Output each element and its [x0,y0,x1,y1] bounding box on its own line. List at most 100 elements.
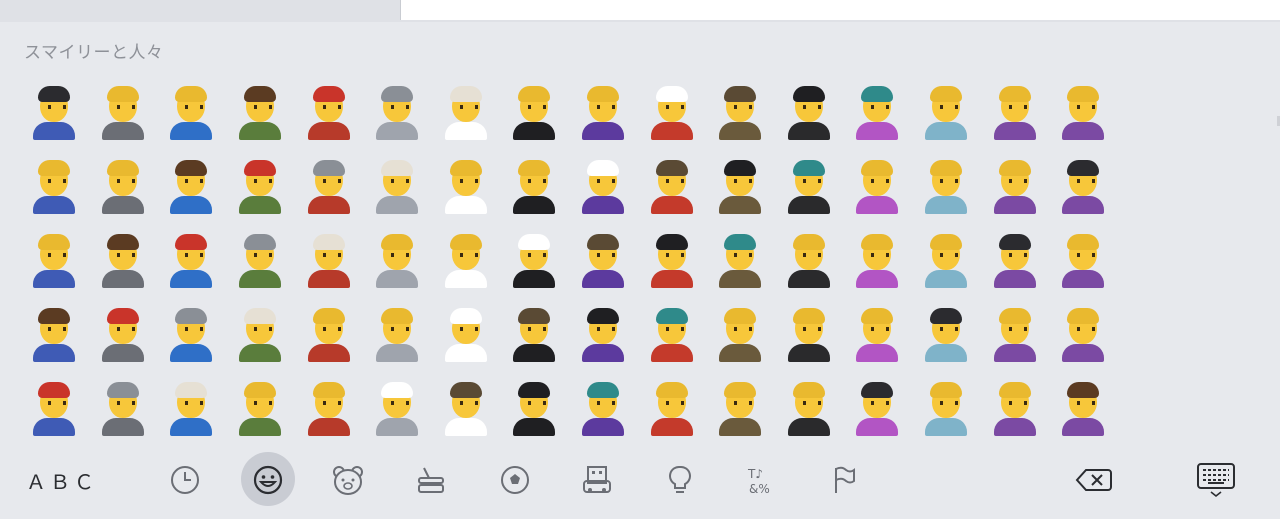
emoji-laptop-man[interactable] [20,370,89,444]
emoji-superhero[interactable] [569,148,638,222]
emoji-genie-man[interactable] [843,222,912,296]
astronaut-emoji-icon [302,378,356,436]
emoji-bride[interactable] [432,74,501,148]
emoji-wizard[interactable] [637,370,706,444]
emoji-welder[interactable] [20,74,89,148]
emoji-feeding-baby[interactable] [980,296,1049,370]
emoji-tuxedo-woman[interactable] [432,296,501,370]
emoji-bowing[interactable] [1049,148,1118,222]
emoji-mrs-claus[interactable] [637,74,706,148]
lightbulb-icon[interactable] [652,452,708,508]
clock-icon[interactable] [157,452,213,508]
emoji-merperson[interactable] [843,370,912,444]
emoji-wizard[interactable] [706,74,775,148]
emoji-mermaid[interactable] [843,296,912,370]
emoji-fairy[interactable] [912,222,981,296]
emoji-laptop-woman[interactable] [20,296,89,370]
emoji-witch[interactable] [637,296,706,370]
emoji-tuxedo-man[interactable] [500,74,569,148]
food-icon[interactable] [403,452,459,508]
emoji-pilot[interactable] [294,222,363,296]
emoji-astronaut[interactable] [363,74,432,148]
emoji-supervillain[interactable] [569,296,638,370]
genie-man-emoji-icon [850,230,904,288]
emoji-scientist[interactable] [157,370,226,444]
emoji-office-woman[interactable] [89,148,158,222]
emoji-mrs-claus[interactable] [637,148,706,222]
emoji-pilot-woman[interactable] [294,148,363,222]
emoji-firefighter[interactable] [226,296,295,370]
emoji-fairy[interactable] [912,296,981,370]
emoji-artist[interactable] [226,74,295,148]
smiley-icon[interactable] [240,452,296,508]
emoji-firefighter[interactable] [294,74,363,148]
emoji-artist[interactable] [226,148,295,222]
emoji-breastfeeding[interactable] [980,148,1049,222]
emoji-bride[interactable] [432,222,501,296]
emoji-mechanic[interactable] [157,148,226,222]
emoji-vampire[interactable] [775,74,844,148]
emoji-superhero[interactable] [569,74,638,148]
emoji-pilot[interactable] [294,296,363,370]
emoji-santa[interactable] [637,222,706,296]
emoji-vampire-woman[interactable] [706,370,775,444]
emoji-astronaut[interactable] [294,370,363,444]
emoji-superhero[interactable] [500,370,569,444]
symbols-icon[interactable]: T♪ &% [734,452,790,508]
emoji-zombie[interactable] [775,370,844,444]
emoji-zombie[interactable] [775,296,844,370]
emoji-vampire[interactable] [775,148,844,222]
emoji-elf[interactable] [706,222,775,296]
emoji-prince[interactable] [500,222,569,296]
soccer-ball-icon[interactable] [487,452,543,508]
emoji-feeding-baby[interactable] [980,370,1049,444]
emoji-pregnant-woman[interactable] [980,74,1049,148]
emoji-welder[interactable] [20,222,89,296]
text-input-area[interactable] [400,0,1280,20]
emoji-merman[interactable] [912,74,981,148]
ninja-emoji-icon [507,304,561,362]
emoji-supervillain[interactable] [569,370,638,444]
emoji-bowing-woman[interactable] [1049,74,1118,148]
emoji-office-woman[interactable] [89,370,158,444]
emoji-scientist[interactable] [157,296,226,370]
emoji-judge[interactable] [363,370,432,444]
emoji-tipping-hand[interactable] [1049,296,1118,370]
emoji-scientist[interactable] [157,222,226,296]
emoji-mechanic[interactable] [157,74,226,148]
emoji-judge-woman[interactable] [363,222,432,296]
superhero-emoji-icon [507,378,561,436]
emoji-laptop-man[interactable] [89,74,158,148]
emoji-supervillain[interactable] [569,222,638,296]
emoji-zombie-woman[interactable] [775,222,844,296]
keyboard-dismiss-icon[interactable] [1188,452,1244,508]
emoji-breastfeeding[interactable] [980,222,1049,296]
emoji-queen[interactable] [500,148,569,222]
emoji-fairy[interactable] [912,148,981,222]
emoji-office-man[interactable] [89,296,158,370]
emoji-genie[interactable] [843,148,912,222]
emoji-firefighter[interactable] [226,370,295,444]
judge-emoji-icon [370,304,424,362]
flag-icon[interactable] [816,452,872,508]
emoji-bowing-man[interactable] [1049,222,1118,296]
emoji-bride[interactable] [432,148,501,222]
emoji-genie-woman[interactable] [843,74,912,148]
bear-icon[interactable] [320,452,376,508]
emoji-elf-man[interactable] [706,296,775,370]
elf-woman-emoji-icon [713,156,767,214]
emoji-office-man[interactable] [89,222,158,296]
emoji-tipping-hand[interactable] [1049,370,1118,444]
emoji-baby-angel[interactable] [912,370,981,444]
emoji-ninja[interactable] [500,296,569,370]
building-icon[interactable] [569,452,625,508]
keyboard-toolbar: ＡＢＣ T♪ &% [0,452,1280,508]
emoji-judge[interactable] [363,296,432,370]
emoji-welder[interactable] [20,148,89,222]
emoji-astronaut[interactable] [363,148,432,222]
abc-button[interactable]: ＡＢＣ [22,452,102,508]
emoji-elf-woman[interactable] [706,148,775,222]
backspace-icon[interactable] [1066,452,1122,508]
emoji-tuxedo-man[interactable] [432,370,501,444]
emoji-artist[interactable] [226,222,295,296]
